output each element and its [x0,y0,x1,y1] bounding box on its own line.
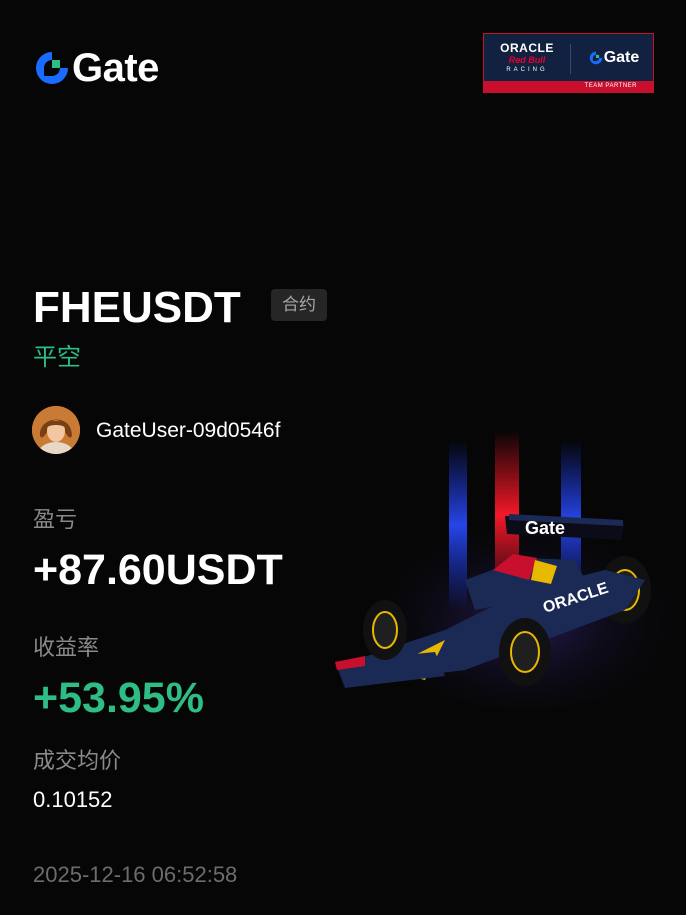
gate-logo-icon [36,52,68,84]
contract-symbol: FHEUSDT [33,283,241,332]
partner-caption: TEAM PARTNER [484,81,653,92]
username: GateUser-09d0546f [96,419,281,442]
user-avatar-icon [32,406,80,454]
team-partner-badge: ORACLE Red Bull RACING Gate TEAM PARTNER [483,33,654,93]
redbull-wordmark: Red Bull [508,54,546,65]
trade-side: 平空 [33,344,81,371]
gate-logo-text: Gate [72,46,159,90]
avatar [32,406,80,454]
avg-price-label: 成交均价 [33,748,122,773]
gate-small-icon [589,51,602,65]
partner-divider [570,44,571,74]
oracle-wordmark: ORACLE [500,40,554,55]
pnl-value: +87.60USDT [33,546,283,594]
roi-value: +53.95% [33,674,204,722]
avg-price-value: 0.10152 [33,787,113,812]
timestamp: 2025-12-16 06:52:58 [33,862,238,887]
wing-gate-text: Gate [525,518,565,538]
racing-wordmark: RACING [506,66,548,73]
market-type-badge: 合约 [271,289,327,321]
roi-label: 收益率 [33,635,100,660]
f1-car-illustration: Gate ORACLE [335,430,686,710]
pnl-label: 盈亏 [33,507,78,532]
partner-gate-text: Gate [603,49,640,66]
gate-logo: Gate [34,46,159,90]
